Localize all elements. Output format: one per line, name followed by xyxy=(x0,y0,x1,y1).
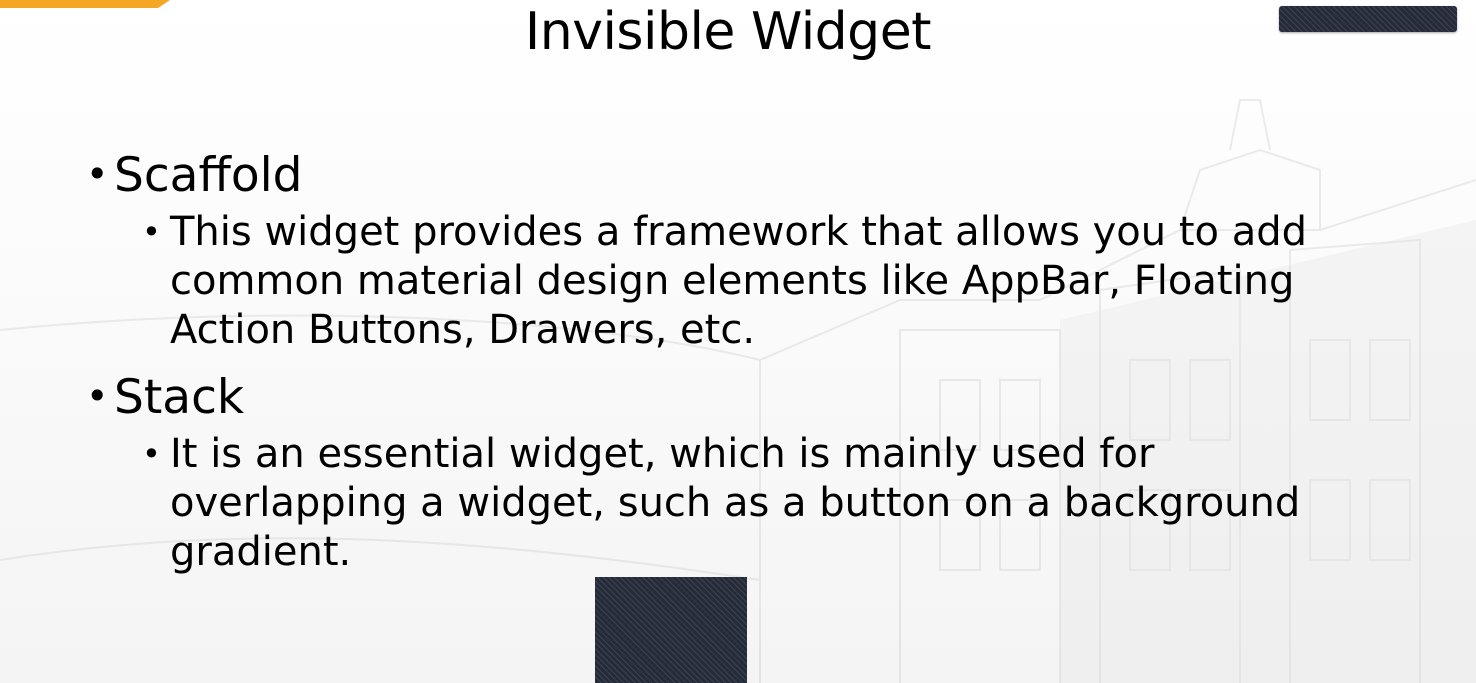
sub-bullet-icon: • xyxy=(142,435,161,473)
bullet-heading: Stack xyxy=(114,370,245,425)
slide-title: Invisible Widget xyxy=(524,2,932,62)
sub-bullet-text: This widget provides a framework that al… xyxy=(170,209,1307,353)
bullet-stack: • Stack xyxy=(86,370,244,424)
sub-bullet-scaffold-description: • This widget provides a framework that … xyxy=(142,208,1342,355)
sub-bullet-text: It is an essential widget, which is main… xyxy=(170,431,1301,575)
sub-bullet-stack-description: • It is an essential widget, which is ma… xyxy=(142,430,1342,577)
sub-bullet-icon: • xyxy=(142,213,161,251)
slide: Invisible Widget • Scaffold • This widget… xyxy=(0,0,1476,683)
bullet-heading: Scaffold xyxy=(114,148,303,203)
top-right-dark-bar xyxy=(1279,6,1457,32)
bullet-icon: • xyxy=(86,152,109,196)
bottom-dark-block xyxy=(595,577,747,683)
bullet-icon: • xyxy=(86,374,109,418)
bullet-scaffold: • Scaffold xyxy=(86,148,303,202)
